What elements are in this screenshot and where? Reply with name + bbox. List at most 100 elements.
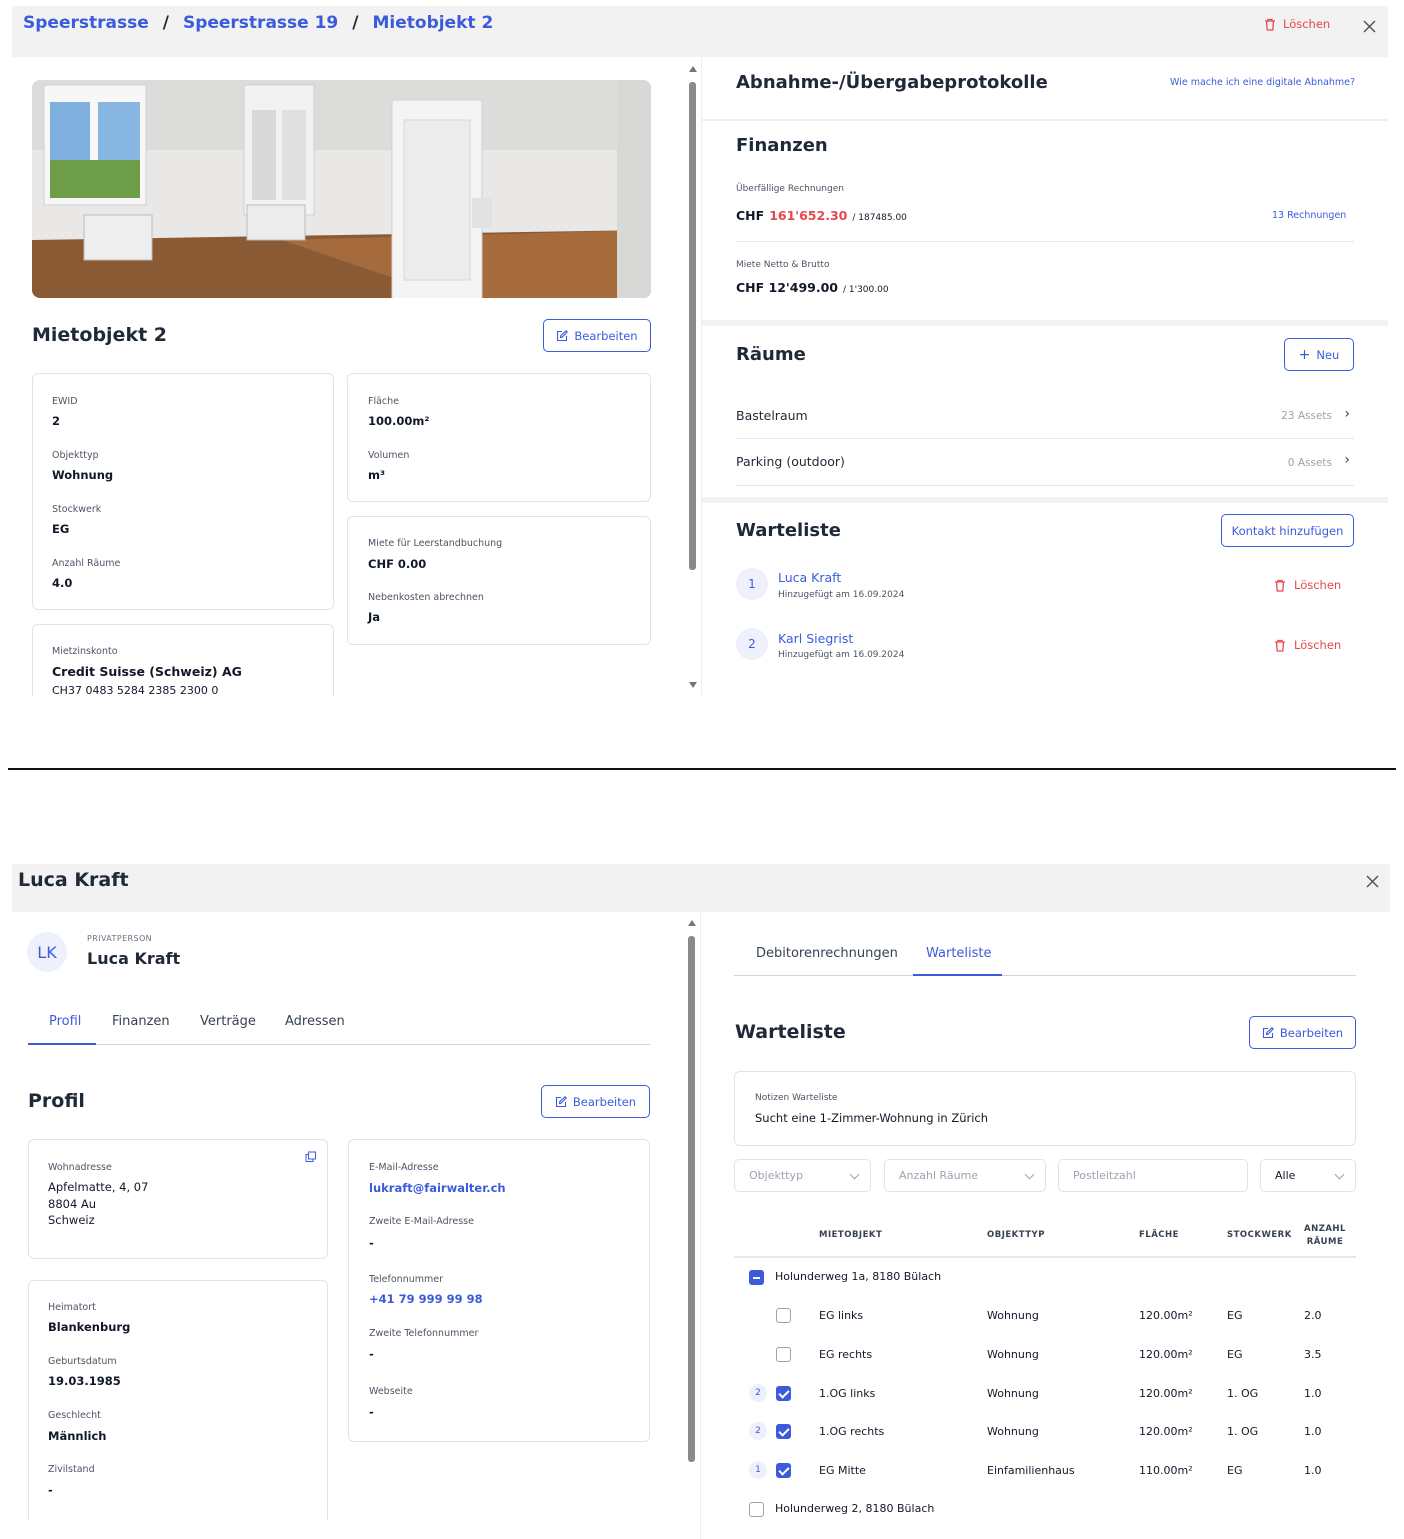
waitlist-contact-name[interactable]: Luca Kraft [778, 570, 841, 585]
profile-title: Profil [28, 1090, 85, 1112]
edit-waitlist-button[interactable]: Bearbeiten [1249, 1016, 1356, 1049]
delete-object-button[interactable]: Löschen [1264, 17, 1330, 31]
breadcrumb-item-object[interactable]: Mietobjekt 2 [372, 13, 493, 33]
rank-badge: 2 [749, 1384, 767, 1402]
scroll-up-arrow[interactable] [688, 920, 696, 926]
vacancy-rent-value: CHF 0.00 [368, 557, 427, 571]
birthdate-value: 19.03.1985 [48, 1374, 121, 1388]
room-row-bastelraum[interactable]: Bastelraum 23 Assets › [736, 392, 1354, 439]
plus-icon: + [1298, 346, 1311, 363]
add-contact-button[interactable]: Kontakt hinzufügen [1221, 514, 1354, 547]
rooms-count-value: 4.0 [52, 576, 73, 590]
waitlist-delete-button[interactable]: Löschen [1274, 638, 1341, 652]
tab-debtor-invoices[interactable]: Debitorenrechnungen [756, 946, 898, 961]
overdue-amount: CHF 161'652.30 / 187485.00 [736, 208, 907, 223]
civil-status-value: - [48, 1483, 53, 1497]
trash-icon [1265, 18, 1275, 31]
tab-vertraege[interactable]: Verträge [200, 1014, 256, 1029]
edit-object-button[interactable]: Bearbeiten [543, 319, 651, 352]
edit-icon [557, 329, 569, 341]
waitlist-rank-badge: 1 [736, 568, 768, 600]
chevron-down-icon [1024, 1169, 1035, 1180]
group-checkbox[interactable] [749, 1270, 764, 1285]
waitlist-delete-button[interactable]: Löschen [1274, 578, 1341, 592]
invoices-link[interactable]: 13 Rechnungen [1272, 210, 1346, 221]
objecttype-filter[interactable]: Objekttyp [734, 1159, 871, 1192]
ewid-label: EWID [52, 396, 78, 407]
edit-profile-button[interactable]: Bearbeiten [541, 1085, 650, 1118]
waitlist-rank-badge: 2 [736, 628, 768, 660]
breadcrumb-separator: / [352, 13, 359, 33]
second-phone-label: Zweite Telefonnummer [369, 1328, 479, 1339]
object-rent-card [347, 516, 651, 645]
row-checkbox[interactable] [776, 1424, 791, 1439]
table-row[interactable]: EG links Wohnung 120.00m² EG 2.0 [734, 1300, 1356, 1330]
breadcrumb-item-property[interactable]: Speerstrasse [23, 13, 149, 33]
waitlist-contact-name[interactable]: Karl Siegrist [778, 631, 853, 646]
scrollbar-thumb[interactable] [689, 82, 696, 570]
group-checkbox[interactable] [749, 1502, 764, 1517]
gender-value: Männlich [48, 1429, 107, 1443]
breadcrumb-item-building[interactable]: Speerstrasse 19 [183, 13, 338, 33]
table-row[interactable]: 2 1.OG links Wohnung 120.00m² 1. OG 1.0 [734, 1378, 1356, 1408]
row-checkbox[interactable] [776, 1386, 791, 1401]
hometown-value: Blankenburg [48, 1320, 131, 1334]
zip-filter-input[interactable]: Postleitzahl [1058, 1159, 1248, 1192]
column-header-rooms: ANZAHL RÄUME [1304, 1224, 1346, 1247]
tab-adressen[interactable]: Adressen [285, 1014, 345, 1029]
phone-link[interactable]: +41 79 999 99 98 [369, 1292, 483, 1306]
tab-finanzen[interactable]: Finanzen [112, 1014, 170, 1029]
screenshot-separator [8, 768, 1396, 770]
ewid-value: 2 [52, 414, 61, 428]
scrollbar-thumb[interactable] [688, 936, 695, 1462]
close-icon[interactable] [1363, 20, 1376, 33]
email-link[interactable]: lukraft@fairwalter.ch [369, 1181, 506, 1195]
breadcrumb: Speerstrasse / Speerstrasse 19 / Mietobj… [23, 13, 493, 33]
row-checkbox[interactable] [776, 1347, 791, 1362]
website-value: - [369, 1405, 374, 1419]
trash-icon [1275, 579, 1285, 592]
table-row[interactable]: 1 EG Mitte Einfamilienhaus 110.00m² EG 1… [734, 1455, 1356, 1485]
close-icon[interactable] [1366, 875, 1379, 888]
row-checkbox[interactable] [776, 1308, 791, 1323]
utility-billing-label: Nebenkosten abrechnen [368, 592, 484, 603]
tab-profil[interactable]: Profil [49, 1014, 81, 1029]
waitlist-added-date: Hinzugefügt am 16.09.2024 [778, 650, 905, 660]
rooms-title: Räume [736, 344, 806, 365]
rooms-filter[interactable]: Anzahl Räume [884, 1159, 1046, 1192]
table-row[interactable]: 2 1.OG rechts Wohnung 120.00m² 1. OG 1.0 [734, 1416, 1356, 1446]
rent-net-gross-amount: CHF 12'499.00 / 1'300.00 [736, 280, 889, 295]
rooms-count-label: Anzahl Räume [52, 558, 121, 569]
digital-handover-help-link[interactable]: Wie mache ich eine digitale Abnahme? [1170, 77, 1355, 88]
waitlist-title: Warteliste [736, 520, 841, 541]
copy-icon[interactable] [305, 1151, 317, 1163]
panel-divider [701, 57, 702, 697]
home-address-label: Wohnadresse [48, 1162, 112, 1173]
object-photo [32, 80, 651, 298]
rank-badge: 1 [749, 1461, 767, 1479]
rent-account-iban: CH37 0483 5284 2385 2300 0 [52, 684, 219, 697]
room-row-parking[interactable]: Parking (outdoor) 0 Assets › [736, 439, 1354, 486]
breadcrumb-separator: / [162, 13, 169, 33]
waitlist-added-date: Hinzugefügt am 16.09.2024 [778, 590, 905, 600]
object-details-card [32, 373, 334, 610]
home-address-line: Schweiz [48, 1213, 95, 1227]
scroll-down-arrow[interactable] [689, 682, 697, 688]
tab-waitlist[interactable]: Warteliste [926, 946, 992, 961]
table-row[interactable]: EG rechts Wohnung 120.00m² EG 3.5 [734, 1339, 1356, 1369]
new-room-button[interactable]: + Neu [1284, 338, 1354, 371]
vacancy-rent-label: Miete für Leerstandbuchung [368, 538, 503, 549]
scope-filter[interactable]: Alle [1260, 1159, 1356, 1192]
civil-status-label: Zivilstand [48, 1464, 95, 1475]
tab-active-indicator [913, 974, 1002, 976]
area-label: Fläche [368, 396, 400, 407]
personal-details-card [28, 1280, 328, 1520]
row-checkbox[interactable] [776, 1463, 791, 1478]
second-email-value: - [369, 1236, 374, 1250]
scroll-up-arrow[interactable] [689, 66, 697, 72]
email-label: E-Mail-Adresse [369, 1162, 439, 1173]
chevron-right-icon: › [1344, 406, 1350, 422]
rent-net-gross-label: Miete Netto & Brutto [736, 260, 830, 270]
waitlist-notes-value: Sucht eine 1-Zimmer-Wohnung in Zürich [755, 1111, 989, 1125]
utility-billing-value: Ja [368, 610, 381, 624]
